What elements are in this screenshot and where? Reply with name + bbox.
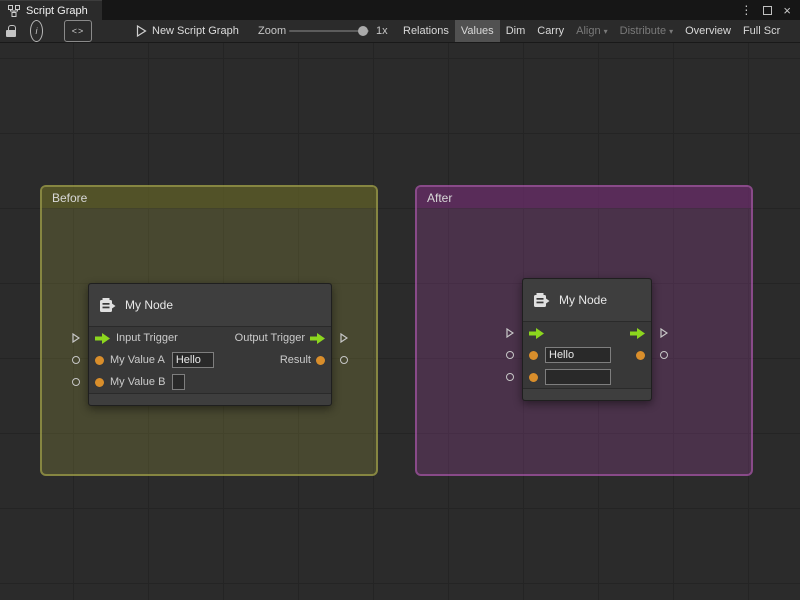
close-icon[interactable]: ×: [783, 3, 791, 18]
group-before-title: Before: [52, 191, 87, 205]
fullscreen-button[interactable]: Full Scr: [737, 20, 786, 42]
value-b-port[interactable]: [529, 373, 538, 382]
value-a-outer-port[interactable]: [72, 356, 80, 364]
result-outer-port[interactable]: [660, 351, 668, 359]
carry-button[interactable]: Carry: [531, 20, 570, 42]
value-a-port[interactable]: [529, 351, 538, 360]
zoom-slider[interactable]: [289, 30, 369, 32]
node-footer: [89, 393, 331, 405]
value-b-label: My Value B: [110, 376, 165, 388]
dim-button[interactable]: Dim: [500, 20, 532, 42]
flow-input-port[interactable]: [529, 328, 544, 339]
result-outer-port[interactable]: [340, 356, 348, 364]
group-before-header[interactable]: Before: [42, 187, 376, 208]
chevron-down-icon: ▾: [669, 27, 673, 36]
info-icon[interactable]: i: [30, 20, 43, 42]
tab-bar: Script Graph ⋮ ×: [0, 0, 800, 20]
zoom-value: 1x: [376, 20, 388, 42]
zoom-slider-knob[interactable]: [358, 26, 368, 36]
node-header[interactable]: My Node: [89, 284, 331, 327]
group-after-header[interactable]: After: [417, 187, 751, 208]
graph-name-label: New Script Graph: [152, 20, 239, 42]
flow-input-port[interactable]: [95, 333, 110, 344]
value-b-input[interactable]: [545, 369, 611, 385]
value-a-input[interactable]: [545, 347, 611, 363]
value-a-input[interactable]: [172, 352, 214, 368]
my-node-after[interactable]: My Node: [522, 278, 652, 401]
align-label: Align: [576, 25, 600, 37]
graph-toolbar: i <> New Script Graph Zoom 1x Relations …: [0, 20, 800, 43]
node-header[interactable]: My Node: [523, 279, 651, 322]
node-title: My Node: [125, 298, 173, 312]
zoom-label: Zoom: [258, 20, 286, 42]
value-b-outer-port[interactable]: [506, 373, 514, 381]
lock-icon[interactable]: [6, 20, 16, 42]
flow-output-port[interactable]: [310, 333, 325, 344]
value-a-outer-port[interactable]: [506, 351, 514, 359]
value-b-input[interactable]: [172, 374, 185, 390]
node-icon: [533, 293, 550, 308]
port-row: My Value A Result: [89, 349, 331, 371]
relations-button[interactable]: Relations: [397, 20, 455, 42]
distribute-dropdown[interactable]: Distribute ▾: [614, 20, 679, 42]
result-port[interactable]: [636, 351, 645, 360]
output-trigger-label: Output Trigger: [235, 332, 305, 344]
graph-canvas[interactable]: Before After My Nod: [0, 43, 800, 600]
tab-title: Script Graph: [26, 5, 88, 17]
port-row: [523, 344, 651, 366]
maximize-icon[interactable]: [763, 6, 772, 15]
script-graph-window: Script Graph ⋮ × i <> New Script Graph Z…: [0, 0, 800, 600]
chevron-down-icon: ▾: [604, 27, 608, 36]
port-row: Input Trigger Output Trigger: [89, 327, 331, 349]
value-a-label: My Value A: [110, 354, 165, 366]
window-controls: ⋮ ×: [740, 0, 800, 20]
align-dropdown[interactable]: Align ▾: [570, 20, 613, 42]
port-row: [523, 366, 651, 388]
port-row: My Value B: [89, 371, 331, 393]
flow-output-outer-port[interactable]: [340, 333, 348, 343]
value-b-port[interactable]: [95, 378, 104, 387]
node-title: My Node: [559, 293, 607, 307]
tab-script-graph[interactable]: Script Graph: [0, 0, 102, 20]
result-label: Result: [280, 354, 311, 366]
toolbar-buttons: Relations Values Dim Carry Align ▾ Distr…: [397, 20, 786, 42]
value-a-port[interactable]: [95, 356, 104, 365]
script-graph-icon: [8, 5, 20, 17]
graph-asset-icon: [136, 20, 147, 42]
node-footer: [523, 388, 651, 400]
distribute-label: Distribute: [620, 25, 666, 37]
panel-menu-icon[interactable]: ⋮: [740, 4, 752, 16]
values-button[interactable]: Values: [455, 20, 500, 42]
group-after-title: After: [427, 191, 452, 205]
my-node-before[interactable]: My Node Input Trigger Output Trigger: [88, 283, 332, 406]
flow-input-outer-port[interactable]: [72, 333, 80, 343]
port-row: [523, 322, 651, 344]
flow-output-port[interactable]: [630, 328, 645, 339]
input-trigger-label: Input Trigger: [116, 332, 178, 344]
flow-input-outer-port[interactable]: [506, 328, 514, 338]
overview-button[interactable]: Overview: [679, 20, 737, 42]
flow-output-outer-port[interactable]: [660, 328, 668, 338]
code-icon[interactable]: <>: [64, 20, 92, 42]
node-icon: [99, 298, 116, 313]
result-port[interactable]: [316, 356, 325, 365]
value-b-outer-port[interactable]: [72, 378, 80, 386]
